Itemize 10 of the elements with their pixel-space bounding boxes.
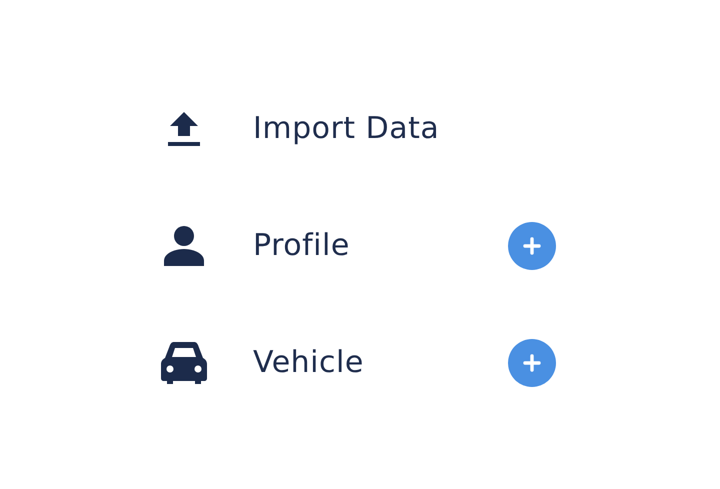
add-button[interactable]: [508, 222, 556, 270]
plus-icon: [523, 354, 541, 372]
add-button[interactable]: [508, 338, 556, 386]
car-icon: [161, 342, 207, 384]
plus-icon: [523, 236, 541, 254]
item-label: Profile: [253, 228, 351, 263]
person-icon: [163, 226, 205, 266]
upload-icon: [167, 110, 201, 146]
item-label: Import Data: [253, 111, 440, 146]
item-label: Vehicle: [253, 345, 365, 380]
